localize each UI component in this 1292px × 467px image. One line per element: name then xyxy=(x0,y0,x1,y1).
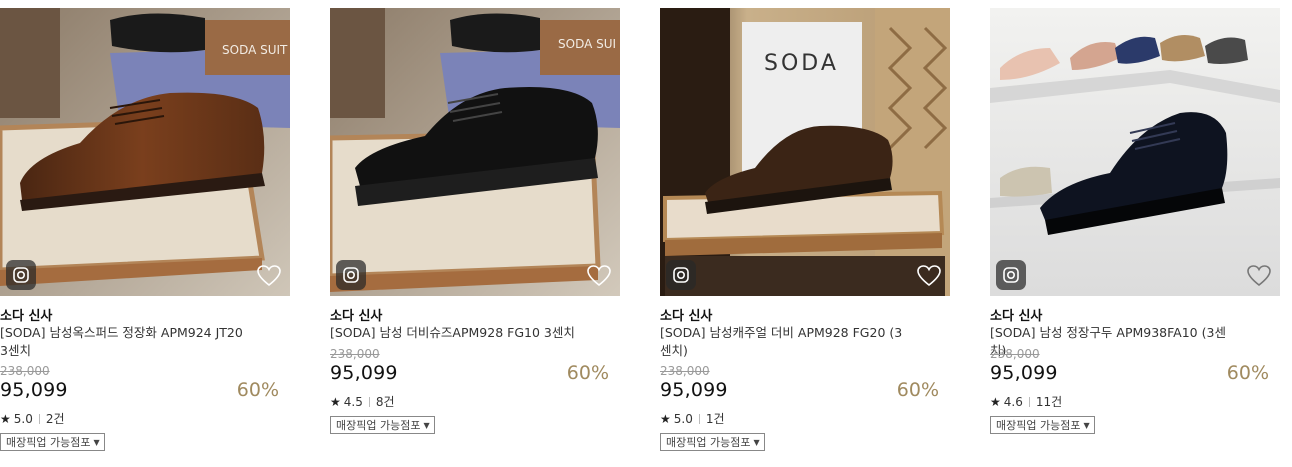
review-count: 8건 xyxy=(375,395,395,409)
display-sign-text: SODA xyxy=(764,51,839,76)
product-image[interactable]: SODA xyxy=(660,8,950,296)
original-price: 238,000 xyxy=(0,364,50,378)
pickup-label: 매장픽업 가능점포 xyxy=(996,419,1081,432)
brand-name[interactable]: 소다 신사 xyxy=(0,305,52,324)
heart-icon[interactable] xyxy=(586,264,612,288)
review-count: 1건 xyxy=(705,412,725,426)
pickup-label: 매장픽업 가능점포 xyxy=(666,436,751,449)
brand-name[interactable]: 소다 신사 xyxy=(990,305,1042,324)
product-card[interactable]: SODA SUIT 소다 신사 [SODA] 남성옥스퍼드 정장화 APM924… xyxy=(0,0,290,467)
store-pickup-dropdown[interactable]: 매장픽업 가능점포 ▼ xyxy=(990,416,1095,434)
star-icon: ★ xyxy=(330,394,341,409)
rating-row: ★ 4.6 11건 xyxy=(990,393,1062,410)
brand-name[interactable]: 소다 신사 xyxy=(660,305,712,324)
rating-score: 5.0 xyxy=(673,411,693,426)
rating-row: ★ 4.5 8건 xyxy=(330,393,395,410)
heart-icon[interactable] xyxy=(916,264,942,288)
pickup-label: 매장픽업 가능점포 xyxy=(6,436,91,449)
rating-score: 4.6 xyxy=(1003,394,1023,409)
heart-icon[interactable] xyxy=(1246,264,1272,288)
review-count: 2건 xyxy=(45,412,65,426)
sale-price: 95,099 xyxy=(990,362,1058,384)
star-icon: ★ xyxy=(660,411,671,426)
camera-icon[interactable] xyxy=(666,260,696,290)
divider xyxy=(368,396,370,407)
star-icon: ★ xyxy=(990,394,1001,409)
heart-icon[interactable] xyxy=(256,264,282,288)
caret-down-icon: ▼ xyxy=(93,437,100,447)
brand-name[interactable]: 소다 신사 xyxy=(330,305,382,324)
camera-icon[interactable] xyxy=(996,260,1026,290)
review-count: 11건 xyxy=(1035,395,1063,409)
divider xyxy=(38,413,40,424)
rating-score: 5.0 xyxy=(13,411,33,426)
discount-rate: 60% xyxy=(566,362,609,384)
product-name[interactable]: [SODA] 남성옥스퍼드 정장화 APM924 JT20 3센치 xyxy=(0,324,250,360)
rating-row: ★ 5.0 2건 xyxy=(0,410,65,427)
rating-score: 4.5 xyxy=(343,394,363,409)
discount-rate: 60% xyxy=(1226,362,1269,384)
product-image[interactable] xyxy=(990,8,1280,296)
pickup-label: 매장픽업 가능점포 xyxy=(336,419,421,432)
camera-icon[interactable] xyxy=(6,260,36,290)
product-card[interactable]: SODA 소다 신사 [SODA] 남성캐주얼 더비 APM928 FG20 (… xyxy=(660,0,950,467)
original-price: 238,000 xyxy=(660,364,710,378)
store-pickup-dropdown[interactable]: 매장픽업 가능점포 ▼ xyxy=(330,416,435,434)
product-card[interactable]: 소다 신사 [SODA] 남성 정장구두 APM938FA10 (3센치) 23… xyxy=(990,0,1280,467)
discount-rate: 60% xyxy=(236,379,279,401)
product-card[interactable]: SODA SUI 소다 신사 [SODA] 남성 더비슈즈APM928 FG10… xyxy=(330,0,620,467)
camera-icon[interactable] xyxy=(336,260,366,290)
sale-price: 95,099 xyxy=(330,362,398,384)
caret-down-icon: ▼ xyxy=(1083,420,1090,430)
sale-price: 95,099 xyxy=(0,379,68,401)
product-image[interactable]: SODA SUIT xyxy=(0,8,290,296)
discount-rate: 60% xyxy=(896,379,939,401)
store-pickup-dropdown[interactable]: 매장픽업 가능점포 ▼ xyxy=(660,433,765,451)
divider xyxy=(698,413,700,424)
store-pickup-dropdown[interactable]: 매장픽업 가능점포 ▼ xyxy=(0,433,105,451)
original-price: 238,000 xyxy=(990,347,1040,361)
rating-row: ★ 5.0 1건 xyxy=(660,410,725,427)
product-image[interactable]: SODA SUI xyxy=(330,8,620,296)
original-price: 238,000 xyxy=(330,347,380,361)
display-sign-text: SODA SUI xyxy=(558,37,616,51)
sale-price: 95,099 xyxy=(660,379,728,401)
display-sign-text: SODA SUIT xyxy=(222,43,288,57)
caret-down-icon: ▼ xyxy=(423,420,430,430)
divider xyxy=(1028,396,1030,407)
star-icon: ★ xyxy=(0,411,11,426)
product-name[interactable]: [SODA] 남성 더비슈즈APM928 FG10 3센치 xyxy=(330,324,580,342)
product-name[interactable]: [SODA] 남성캐주얼 더비 APM928 FG20 (3센치) xyxy=(660,324,910,360)
caret-down-icon: ▼ xyxy=(753,437,760,447)
